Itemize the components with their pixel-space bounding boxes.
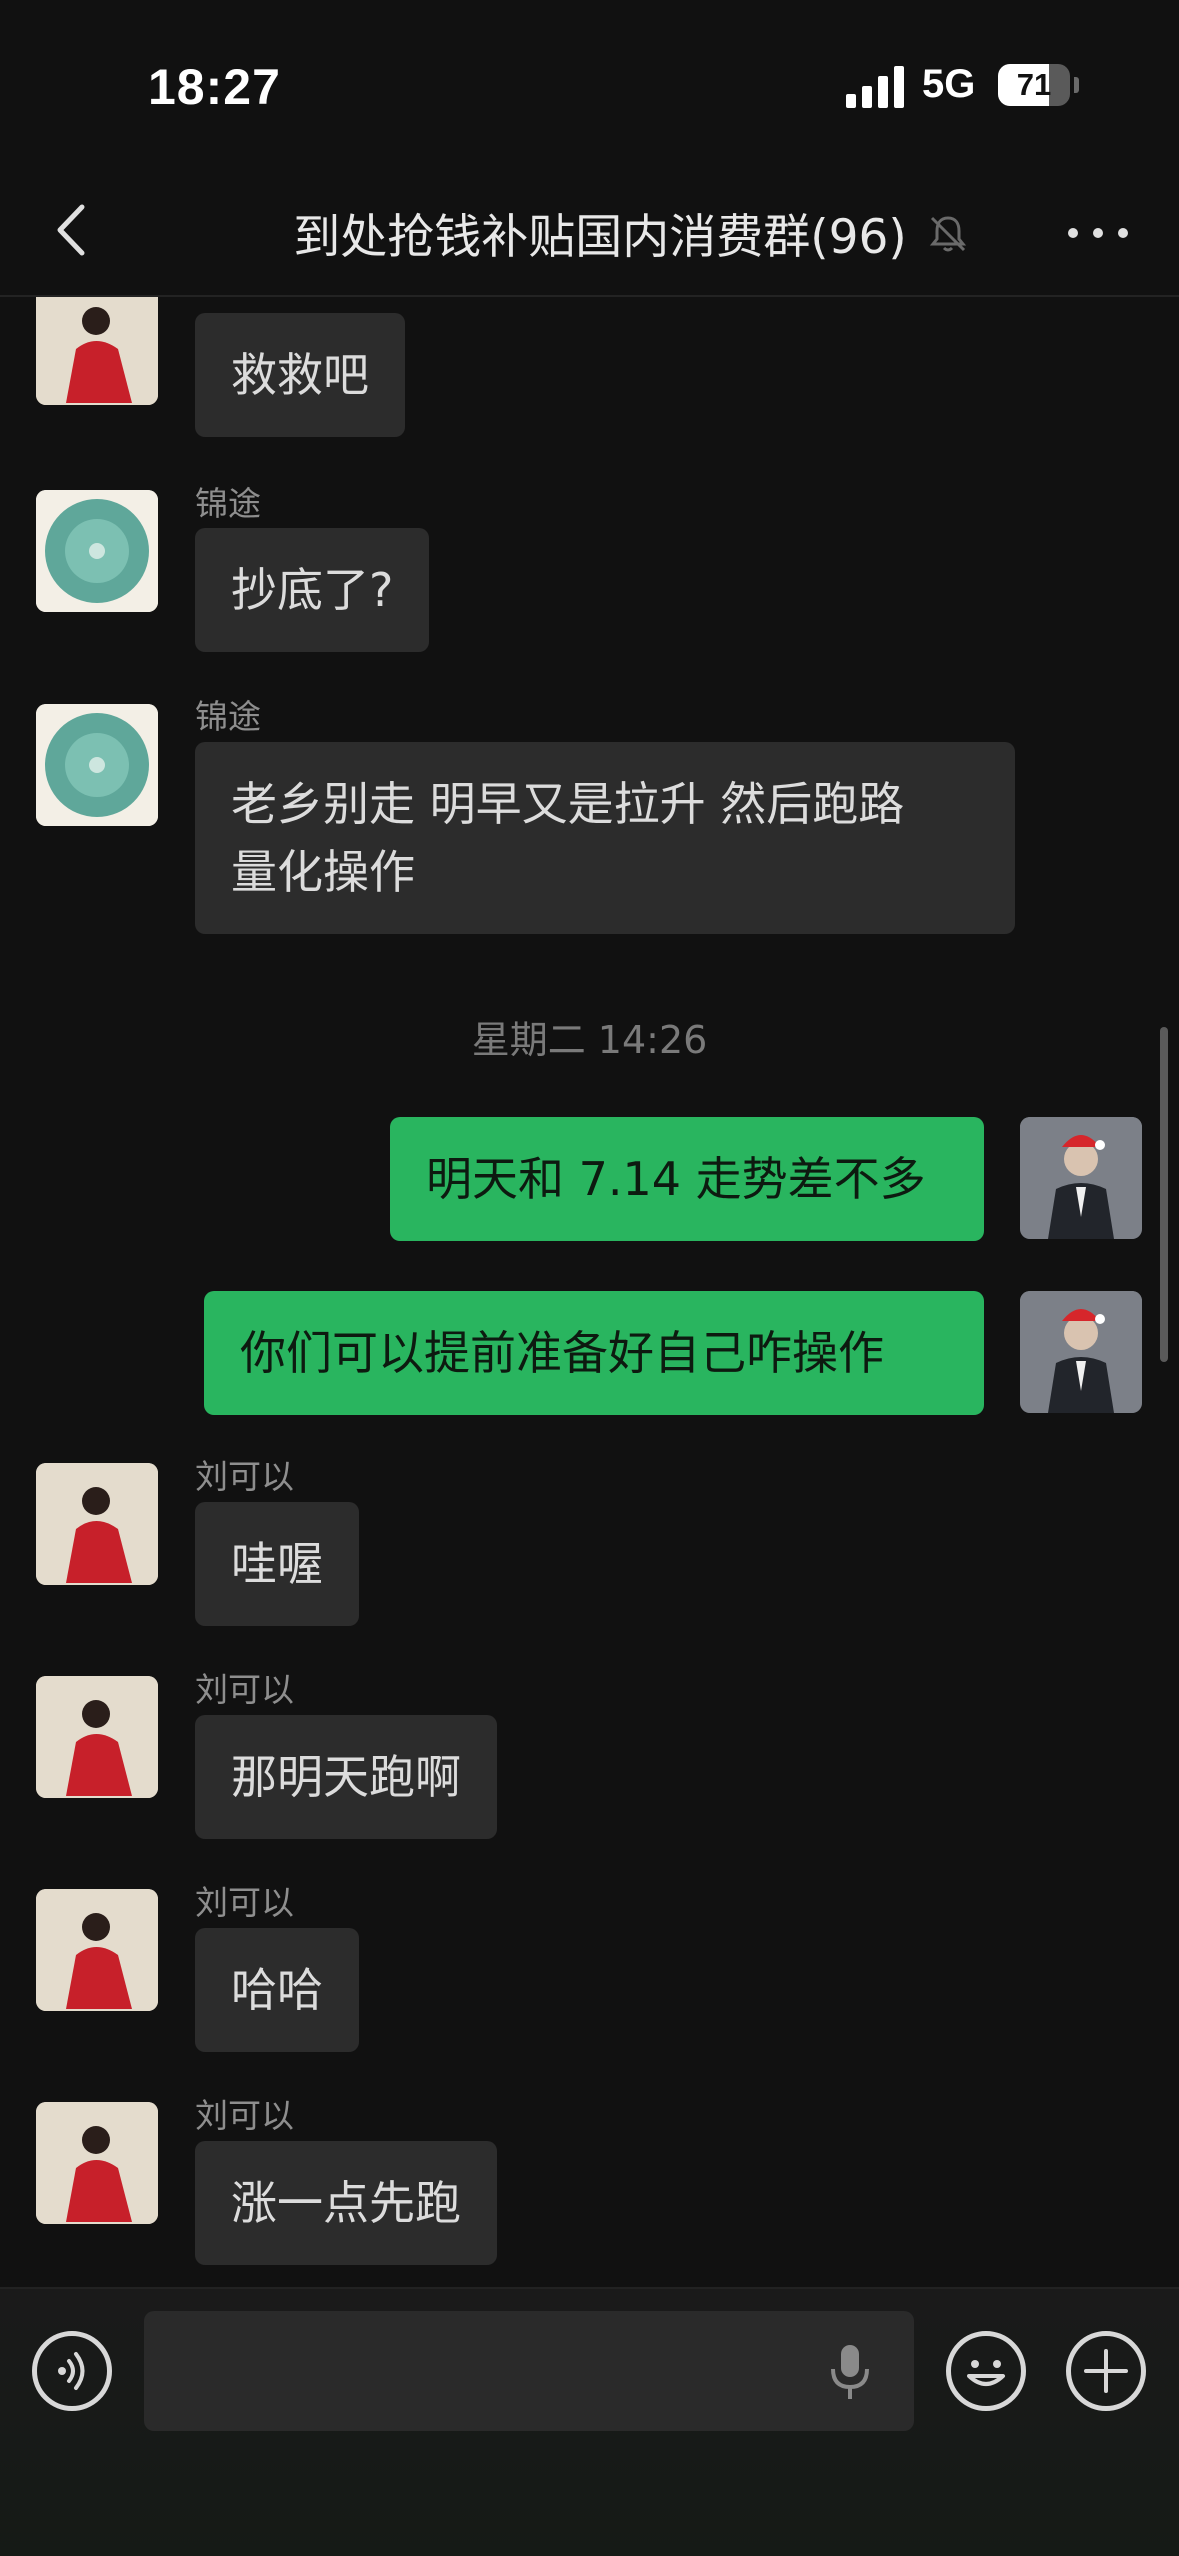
message-bubble[interactable]: 那明天跑啊 [195,1715,497,1839]
time-divider: 星期二 14:26 [471,1018,708,1062]
chat-screen: 18:27 5G 71 到处抢钱补贴国内消费群(96) 救救吧 锦途 抄底了? … [0,0,1179,2556]
message-line: 量化操作 [231,845,415,899]
back-icon [57,204,85,256]
emoji-icon [967,2360,1005,2386]
add-button[interactable] [1066,2331,1146,2411]
sender-name: 刘可以 [195,1883,294,1922]
sender-name: 锦途 [195,484,261,523]
battery-level: 71 [1016,67,1052,102]
my-avatar[interactable] [1020,1117,1142,1239]
voice-input-button[interactable] [32,2331,112,2411]
back-button[interactable] [40,195,110,265]
sender-name: 刘可以 [195,1670,294,1709]
message-bubble-outgoing[interactable]: 明天和 7.14 走势差不多 [390,1117,984,1241]
battery-tip [1074,77,1079,93]
scroll-indicator[interactable] [1160,1027,1168,1362]
avatar[interactable] [36,297,158,405]
message-bubble[interactable]: 救救吧 [195,313,405,437]
cellular-signal-icon [846,64,906,108]
avatar[interactable] [36,1676,158,1798]
more-button[interactable] [1060,204,1136,260]
message-input[interactable] [144,2311,914,2431]
mute-icon [926,212,970,256]
my-avatar[interactable] [1020,1291,1142,1413]
message-line: 老乡别走 明早又是拉升 然后跑路 [231,777,905,831]
avatar[interactable] [36,2102,158,2224]
status-bar: 18:27 5G 71 [0,0,1179,170]
add-icon [1084,2349,1128,2393]
network-type: 5G [922,62,976,106]
sender-name: 锦途 [195,697,261,736]
message-bubble[interactable]: 哇喔 [195,1502,359,1626]
message-bubble[interactable]: 老乡别走 明早又是拉升 然后跑路 量化操作 [195,742,1015,934]
message-bubble[interactable]: 涨一点先跑 [195,2141,497,2265]
status-time: 18:27 [148,59,281,115]
avatar[interactable] [36,704,158,826]
nav-bar: 到处抢钱补贴国内消费群(96) [0,170,1179,297]
message-bubble[interactable]: 抄底了? [195,528,430,652]
sender-name: 刘可以 [195,2096,294,2135]
emoji-button[interactable] [946,2331,1026,2411]
avatar[interactable] [36,1889,158,2011]
input-bar [0,2287,1179,2556]
sender-name: 刘可以 [195,1457,294,1496]
message-list[interactable]: 救救吧 锦途 抄底了? 锦途 老乡别走 明早又是拉升 然后跑路 量化操作 星期二… [0,297,1179,2287]
avatar[interactable] [36,1463,158,1585]
message-bubble-outgoing[interactable]: 你们可以提前准备好自己咋操作 [204,1291,984,1415]
avatar[interactable] [36,490,158,612]
mic-icon[interactable] [826,2343,874,2401]
chat-title: 到处抢钱补贴国内消费群(96) [293,210,907,265]
battery-icon: 71 [998,64,1070,106]
message-bubble[interactable]: 哈哈 [195,1928,359,2052]
voice-icon [58,2352,85,2390]
